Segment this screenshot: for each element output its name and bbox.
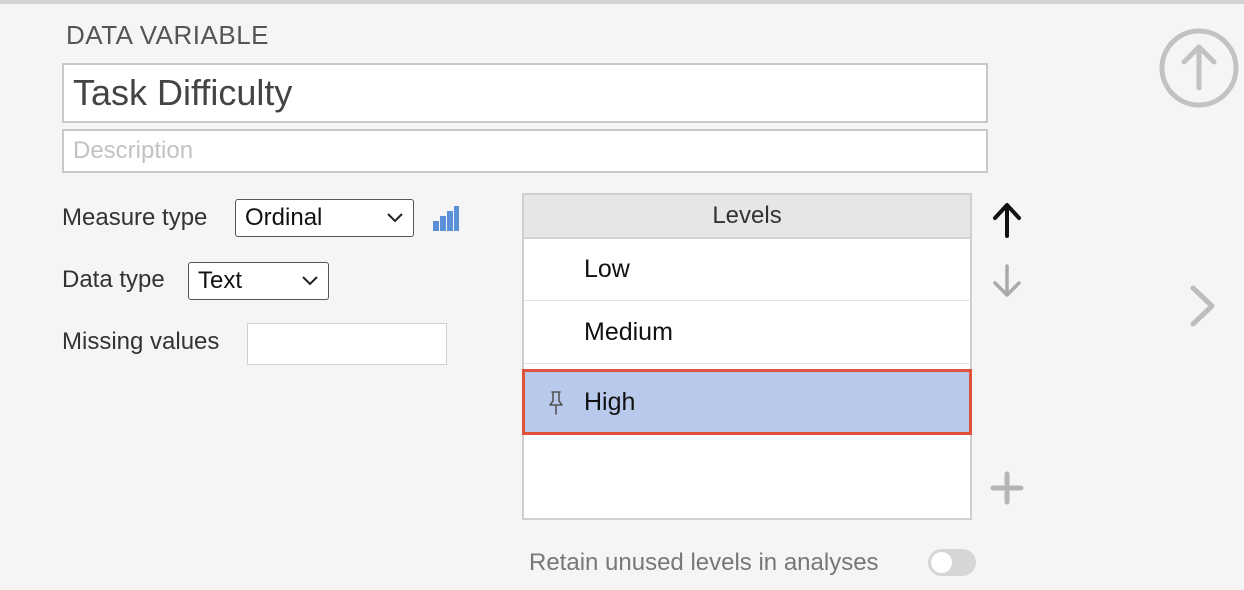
collapse-up-circle-icon[interactable] xyxy=(1157,26,1241,110)
levels-list: Levels Low Medium High xyxy=(522,193,972,520)
variable-name-input[interactable] xyxy=(62,63,988,123)
add-level-plus-icon[interactable] xyxy=(990,471,1024,505)
top-divider xyxy=(0,0,1244,4)
level-label: High xyxy=(584,387,636,416)
chevron-down-icon xyxy=(302,276,318,286)
ordinal-bars-icon xyxy=(433,206,459,231)
data-type-value: Text xyxy=(198,267,243,294)
retain-unused-levels-toggle[interactable] xyxy=(928,549,976,576)
level-label: Medium xyxy=(584,318,673,346)
pin-icon[interactable] xyxy=(547,390,565,416)
move-level-up-arrow-icon[interactable] xyxy=(990,200,1024,240)
measure-type-value: Ordinal xyxy=(245,204,323,231)
levels-header: Levels xyxy=(524,195,970,239)
measure-type-label: Measure type xyxy=(62,204,208,231)
data-variable-setup-panel: DATA VARIABLE Measure type Ordinal Data … xyxy=(0,0,1244,590)
missing-values-label: Missing values xyxy=(62,328,220,355)
level-label: Low xyxy=(584,255,630,283)
toggle-knob xyxy=(931,552,952,573)
retain-unused-levels-label: Retain unused levels in analyses xyxy=(529,549,879,576)
level-row[interactable]: Low xyxy=(524,239,970,301)
chevron-down-icon xyxy=(387,213,403,223)
data-type-label: Data type xyxy=(62,266,165,293)
level-row-selected[interactable]: High xyxy=(522,369,972,435)
variable-description-input[interactable] xyxy=(62,129,988,173)
measure-type-select[interactable]: Ordinal xyxy=(235,199,414,237)
section-title: DATA VARIABLE xyxy=(66,20,270,50)
data-type-select[interactable]: Text xyxy=(188,262,329,300)
missing-values-input[interactable] xyxy=(247,323,447,365)
move-level-down-arrow-icon[interactable] xyxy=(990,262,1024,302)
level-row[interactable]: Medium xyxy=(524,302,970,364)
next-variable-chevron-right-icon[interactable] xyxy=(1186,284,1218,328)
